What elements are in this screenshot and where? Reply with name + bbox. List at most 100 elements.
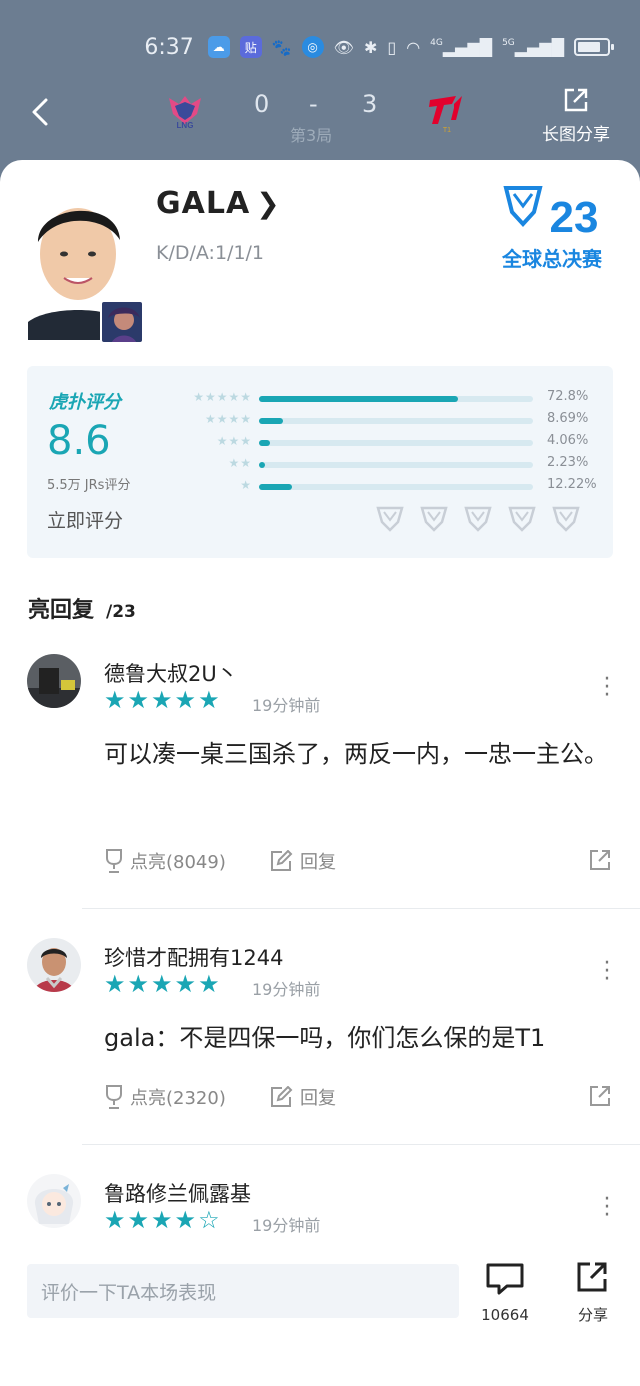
comment-username[interactable]: 德鲁大叔2U丶 xyxy=(104,658,238,688)
rating-bar-fill xyxy=(259,396,459,402)
chevron-right-icon: ❯ xyxy=(256,187,281,220)
more-options-icon[interactable]: · · · xyxy=(600,1189,614,1227)
tieba-icon: 贴 xyxy=(239,36,262,58)
average-score: 8.6 xyxy=(47,418,111,464)
left-score: 0 xyxy=(254,90,270,118)
cloud-icon: ☁ xyxy=(207,36,230,58)
reply-label: 回复 xyxy=(300,852,336,873)
player-detail-sheet: GALA ❯ K/D/A:1/1/1 23 全球总决赛 虎扑评分 8.6 5.5万… xyxy=(0,160,640,1386)
share-button[interactable]: 分享 xyxy=(568,1260,618,1325)
player-kda: K/D/A:1/1/1 xyxy=(156,242,265,264)
reply-button[interactable]: 回复 xyxy=(270,848,336,874)
hot-replies-title: 亮回复 xyxy=(28,598,95,623)
share-external-icon xyxy=(564,88,588,112)
status-bar: 6:37 ☁ 贴 🐾 ◎ 👁 ✱ ▯ ◠ 4G▂▄▆█ 5G▂▄▆█ xyxy=(0,30,640,64)
rate-comment-input[interactable]: 评价一下TA本场表现 xyxy=(27,1264,459,1318)
three-stars-icon: ★★★ xyxy=(216,434,252,448)
light-up-button[interactable]: 点亮(8049) xyxy=(104,848,226,874)
browser-icon: ◎ xyxy=(301,36,324,58)
rate-trophy-selector xyxy=(375,504,581,534)
comment-time: 19分钟前 xyxy=(252,980,321,999)
trophy-rating-5-icon[interactable] xyxy=(551,504,581,534)
vibrate-icon: ▯ xyxy=(387,37,397,57)
rating-percent: 4.06% xyxy=(547,433,589,448)
worlds-2023-badge: 23 全球总决赛 xyxy=(500,184,604,274)
comment-text: gala：不是四保一吗，你们怎么保的是T1 xyxy=(104,1024,546,1052)
rating-row-2-star: ★★ 2.23% xyxy=(177,455,597,474)
user-avatar[interactable] xyxy=(27,938,81,992)
four-stars-icon: ★★★★ xyxy=(204,412,252,426)
five-stars-rating-icon: ★★★★★ xyxy=(104,970,222,998)
rating-bar xyxy=(259,396,533,402)
comments-button[interactable]: 10664 xyxy=(478,1262,532,1324)
edit-reply-icon xyxy=(271,850,293,871)
comment-time: 19分钟前 xyxy=(252,696,321,715)
one-star-icon: ★ xyxy=(240,478,252,492)
trophy-rating-4-icon[interactable] xyxy=(507,504,537,534)
right-score: 3 xyxy=(362,90,378,118)
svg-text:23: 23 xyxy=(550,193,599,242)
player-name-link[interactable]: GALA ❯ xyxy=(156,186,281,221)
rating-bar-fill xyxy=(259,462,266,468)
back-button[interactable] xyxy=(22,92,62,132)
comment-actions: 点亮(8049) 回复 xyxy=(104,848,614,878)
light-up-count: 点亮(2320) xyxy=(130,1088,226,1109)
five-stars-icon: ★★★★★ xyxy=(193,390,252,404)
more-options-icon[interactable]: · · · xyxy=(600,953,614,991)
comment-time: 19分钟前 xyxy=(252,1216,321,1235)
two-stars-icon: ★★ xyxy=(228,456,252,470)
rating-bar xyxy=(259,462,533,468)
comment-username[interactable]: 珍惜才配拥有1244 xyxy=(104,942,283,972)
lng-team-logo[interactable]: LNG xyxy=(165,94,205,130)
hupu-rating-logo: 虎扑评分 xyxy=(49,392,121,413)
rating-bar-fill xyxy=(259,418,283,424)
share-comment-button[interactable] xyxy=(588,1084,612,1113)
rating-percent: 12.22% xyxy=(547,477,597,492)
signal-5g-icon: 5G▂▄▆█ xyxy=(502,37,564,57)
reply-button[interactable]: 回复 xyxy=(270,1084,336,1110)
rating-count: 5.5万 JRs评分 xyxy=(47,478,131,493)
paw-icon: 🐾 xyxy=(271,37,292,57)
share-label: 分享 xyxy=(577,1306,608,1324)
share-external-icon xyxy=(577,1262,607,1292)
hot-replies-header: 亮回复/23 xyxy=(28,592,136,624)
trophy-like-icon xyxy=(106,1085,122,1109)
signal-4g-icon: 4G▂▄▆█ xyxy=(430,37,493,57)
rating-row-1-star: ★ 12.22% xyxy=(177,477,597,496)
chevron-left-icon xyxy=(32,98,48,126)
rating-percent: 8.69% xyxy=(547,411,589,426)
rating-row-5-star: ★★★★★ 72.8% xyxy=(177,389,597,408)
more-options-icon[interactable]: · · · xyxy=(600,669,614,707)
rating-card: 虎扑评分 8.6 5.5万 JRs评分 立即评分 ★★★★★ 72.8% ★★★… xyxy=(27,366,613,558)
user-avatar[interactable] xyxy=(27,1174,81,1228)
trophy-rating-2-icon[interactable] xyxy=(419,504,449,534)
rate-now-button[interactable]: 立即评分 xyxy=(47,506,123,533)
bottom-bar: 评价一下TA本场表现 10664 分享 xyxy=(0,1240,640,1386)
eye-icon: 👁 xyxy=(333,37,354,57)
score-bar: LNG 0 - 3 第3局 T1 长图分享 xyxy=(0,80,640,150)
comment-username[interactable]: 鲁路修兰佩露基 xyxy=(104,1178,251,1208)
t1-team-logo[interactable]: T1 xyxy=(426,90,468,134)
comment-text: 可以凑一桌三国杀了，两反一内，一忠一主公。 xyxy=(104,740,608,768)
four-stars-rating-icon: ★★★★☆ xyxy=(104,1206,222,1234)
svg-text:T1: T1 xyxy=(443,127,451,134)
hot-replies-count: /23 xyxy=(106,602,136,622)
rating-percent: 2.23% xyxy=(547,455,589,470)
wifi-icon: ◠ xyxy=(406,37,421,57)
light-up-button[interactable]: 点亮(2320) xyxy=(104,1084,226,1110)
long-image-share-label: 长图分享 xyxy=(542,125,610,145)
rating-bar xyxy=(259,484,533,490)
share-comment-button[interactable] xyxy=(588,848,612,877)
rating-bar xyxy=(259,440,533,446)
light-up-count: 点亮(8049) xyxy=(130,852,226,873)
long-image-share-button[interactable]: 长图分享 xyxy=(538,86,614,145)
comment-count: 10664 xyxy=(481,1306,529,1324)
edit-reply-icon xyxy=(271,1086,293,1107)
user-avatar[interactable] xyxy=(27,654,81,708)
trophy-rating-1-icon[interactable] xyxy=(375,504,405,534)
svg-text:LNG: LNG xyxy=(177,121,194,130)
player-name: GALA xyxy=(156,186,251,221)
champion-icon[interactable] xyxy=(100,300,144,344)
bluetooth-icon: ✱ xyxy=(363,37,378,57)
trophy-rating-3-icon[interactable] xyxy=(463,504,493,534)
